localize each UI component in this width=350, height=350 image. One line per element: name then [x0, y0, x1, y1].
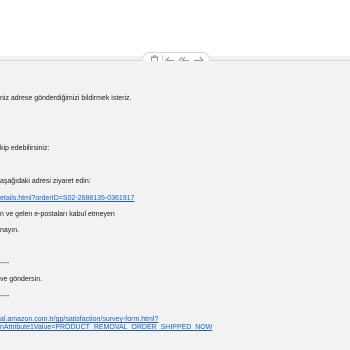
order-details-link[interactable]: etails.html?orderID=S02-2688135-0361917 — [0, 194, 134, 203]
message-header-area — [0, 0, 350, 56]
survey-link-continued[interactable]: nAttribute1Value=PRODUCT_REMOVAL_ORDER_S… — [0, 323, 212, 332]
body-text-line: n ve gelen e-postaları kabul etmeyen — [0, 211, 115, 218]
body-text-line: ve göndersin. — [0, 276, 43, 283]
body-text-line: kip edebilirsiniz: — [0, 145, 50, 152]
body-text-line: nayın. — [0, 227, 20, 234]
separator-text: ---- — [0, 260, 10, 267]
body-text-line: aşağıdaki adresi ziyaret edin: — [0, 178, 91, 185]
message-body: niz adrese gönderdiğimizi bildirmek iste… — [0, 61, 350, 350]
mail-window: niz adrese gönderdiğimizi bildirmek iste… — [0, 0, 350, 350]
separator-text: ---- — [0, 293, 10, 300]
body-text-line: niz adrese gönderdiğimizi bildirmek iste… — [0, 95, 132, 102]
